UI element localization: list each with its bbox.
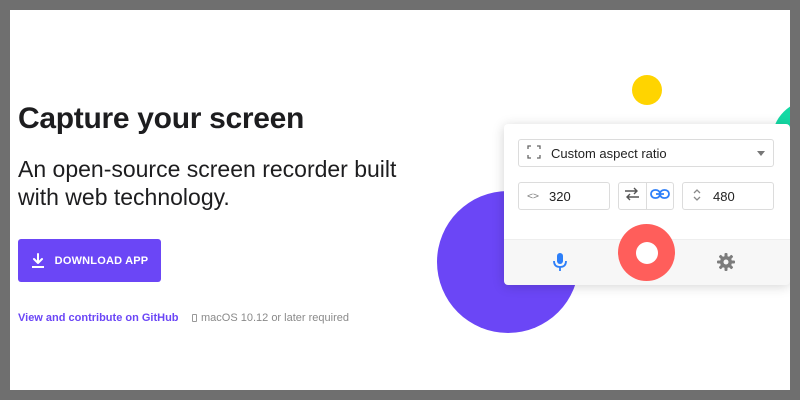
recorder-panel: Custom aspect ratio <> 320 480 (504, 124, 790, 285)
width-value: 320 (549, 188, 571, 204)
link-ratio-button[interactable] (647, 183, 674, 209)
requirement-note: macOS 10.12 or later required (192, 312, 349, 324)
microphone-icon[interactable] (552, 252, 568, 277)
crop-icon (527, 144, 541, 162)
swap-icon (623, 187, 641, 206)
height-value: 480 (713, 188, 735, 204)
height-input[interactable]: 480 (682, 182, 774, 210)
download-app-button[interactable]: DOWNLOAD APP (18, 239, 161, 282)
swap-dimensions-button[interactable] (619, 183, 647, 209)
landing-page: Capture your screen An open-source scree… (10, 10, 790, 390)
requirement-text: macOS 10.12 or later required (201, 312, 349, 324)
width-input[interactable]: <> 320 (518, 182, 610, 210)
link-icon (649, 187, 670, 205)
aspect-ratio-select[interactable]: Custom aspect ratio (518, 139, 774, 167)
code-arrows-icon: <> (527, 190, 540, 202)
vertical-arrows-icon (691, 188, 703, 205)
record-icon (635, 241, 658, 264)
record-button[interactable] (618, 224, 675, 281)
dimension-controls (618, 182, 674, 210)
download-app-label: DOWNLOAD APP (54, 254, 149, 267)
page-subtitle: An open-source screen recorder built wit… (18, 156, 397, 210)
aspect-ratio-label: Custom aspect ratio (551, 145, 667, 161)
decorative-yellow-circle (632, 75, 662, 105)
chevron-down-icon (757, 150, 765, 156)
github-link[interactable]: View and contribute on GitHub (18, 312, 179, 324)
page-title: Capture your screen (18, 102, 305, 135)
gear-icon[interactable] (716, 252, 736, 277)
download-icon (31, 252, 45, 269)
apple-icon (192, 314, 197, 322)
